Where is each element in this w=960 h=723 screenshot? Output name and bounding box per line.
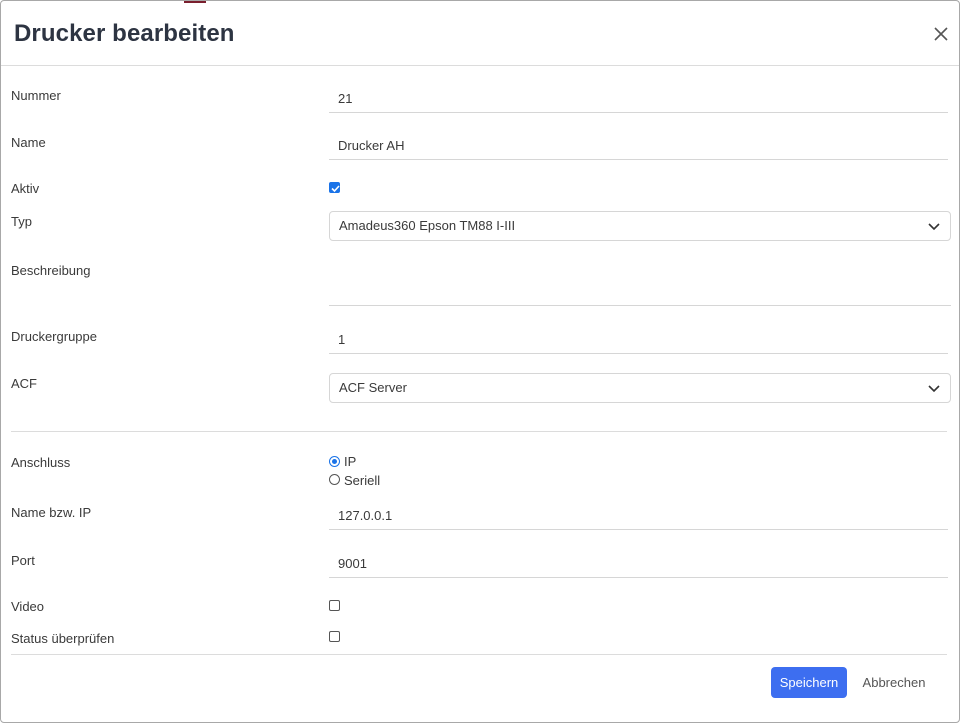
anschluss-seriell-label[interactable]: Seriell	[344, 473, 380, 488]
acf-select[interactable]: ACF Server	[329, 373, 951, 403]
footer-divider	[11, 654, 947, 655]
close-icon[interactable]	[931, 24, 951, 44]
checkmark-icon	[331, 185, 340, 193]
port-label: Port	[11, 553, 35, 568]
anschluss-ip-label[interactable]: IP	[344, 454, 356, 469]
typ-select-value: Amadeus360 Epson TM88 I-III	[339, 218, 516, 233]
anschluss-seriell-radio[interactable]	[329, 474, 340, 485]
port-input[interactable]: 9001	[329, 550, 948, 578]
edit-printer-dialog: Drucker bearbeiten Nummer 21 Name Drucke…	[0, 0, 960, 723]
chevron-down-icon	[928, 385, 940, 393]
video-checkbox[interactable]	[329, 600, 340, 611]
aktiv-checkbox[interactable]	[329, 182, 340, 193]
anschluss-label: Anschluss	[11, 455, 71, 470]
name-ip-label: Name bzw. IP	[11, 505, 92, 520]
section-divider	[11, 431, 947, 432]
typ-select[interactable]: Amadeus360 Epson TM88 I-III	[329, 211, 951, 241]
dialog-header: Drucker bearbeiten	[1, 1, 959, 66]
nummer-input[interactable]: 21	[329, 85, 948, 113]
name-input[interactable]: Drucker AH	[329, 132, 948, 160]
cancel-button[interactable]: Abbrechen	[856, 667, 932, 698]
acf-select-value: ACF Server	[339, 380, 407, 395]
typ-label: Typ	[11, 214, 32, 229]
beschreibung-textarea[interactable]	[329, 256, 951, 306]
anschluss-ip-radio[interactable]	[329, 456, 340, 467]
video-label: Video	[11, 599, 45, 614]
save-button[interactable]: Speichern	[771, 667, 847, 698]
aktiv-label: Aktiv	[11, 181, 40, 196]
druckergruppe-input[interactable]: 1	[329, 326, 948, 354]
status-label: Status überprüfen	[11, 631, 115, 646]
druckergruppe-label: Druckergruppe	[11, 329, 97, 344]
name-ip-input[interactable]: 127.0.0.1	[329, 502, 948, 530]
chevron-down-icon	[928, 223, 940, 231]
acf-label: ACF	[11, 376, 37, 391]
nummer-label: Nummer	[11, 88, 61, 103]
beschreibung-label: Beschreibung	[11, 263, 91, 278]
dialog-title: Drucker bearbeiten	[14, 20, 235, 47]
status-checkbox[interactable]	[329, 631, 340, 642]
name-label: Name	[11, 135, 46, 150]
